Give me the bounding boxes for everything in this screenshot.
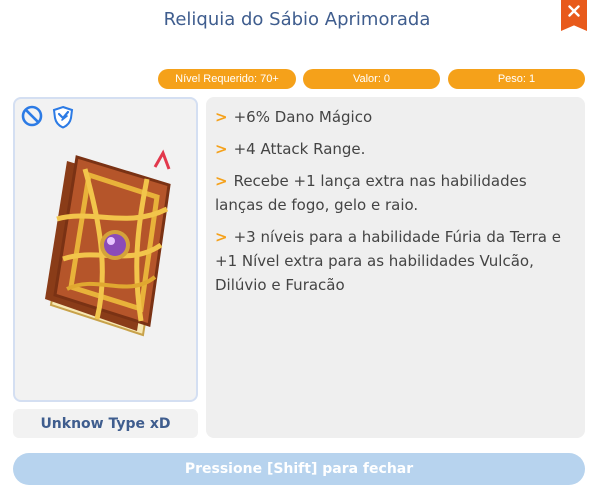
description-line: > +3 níveis para a habilidade Fúria da Te… <box>215 225 577 297</box>
description-line: > +6% Dano Mágico <box>215 105 577 129</box>
item-description: > +6% Dano Mágico > +4 Attack Range. > Rece… <box>206 97 585 438</box>
description-text: Recebe +1 lança extra nas habilidades la… <box>215 172 527 214</box>
item-type: Unknow Type xD <box>13 409 198 438</box>
item-stats: Nível Requerido: 70+ Valor: 0 Peso: 1 <box>0 69 594 89</box>
description-line: > Recebe +1 lança extra nas habilidades l… <box>215 169 577 217</box>
value-badge: Valor: 0 <box>303 69 440 89</box>
close-icon <box>568 5 580 17</box>
description-text: +4 Attack Range. <box>233 140 366 158</box>
spellbook-icon <box>45 149 171 337</box>
close-hint-button[interactable]: Pressione [Shift] para fechar <box>13 453 585 485</box>
description-text: +3 níveis para a habilidade Fúria da Ter… <box>215 228 561 294</box>
shield-icon <box>52 105 74 129</box>
item-title: Reliquia do Sábio Aprimorada <box>163 9 431 30</box>
bullet-arrow: > <box>215 172 228 190</box>
description-text: +6% Dano Mágico <box>233 108 373 126</box>
weight-badge: Peso: 1 <box>448 69 585 89</box>
bullet-arrow: > <box>215 108 228 126</box>
forbidden-icon <box>21 105 43 127</box>
item-image-panel <box>13 97 198 402</box>
bullet-arrow: > <box>215 140 228 158</box>
description-line: > +4 Attack Range. <box>215 137 577 161</box>
bullet-arrow: > <box>215 228 228 246</box>
required-level-badge: Nível Requerido: 70+ <box>158 69 296 89</box>
